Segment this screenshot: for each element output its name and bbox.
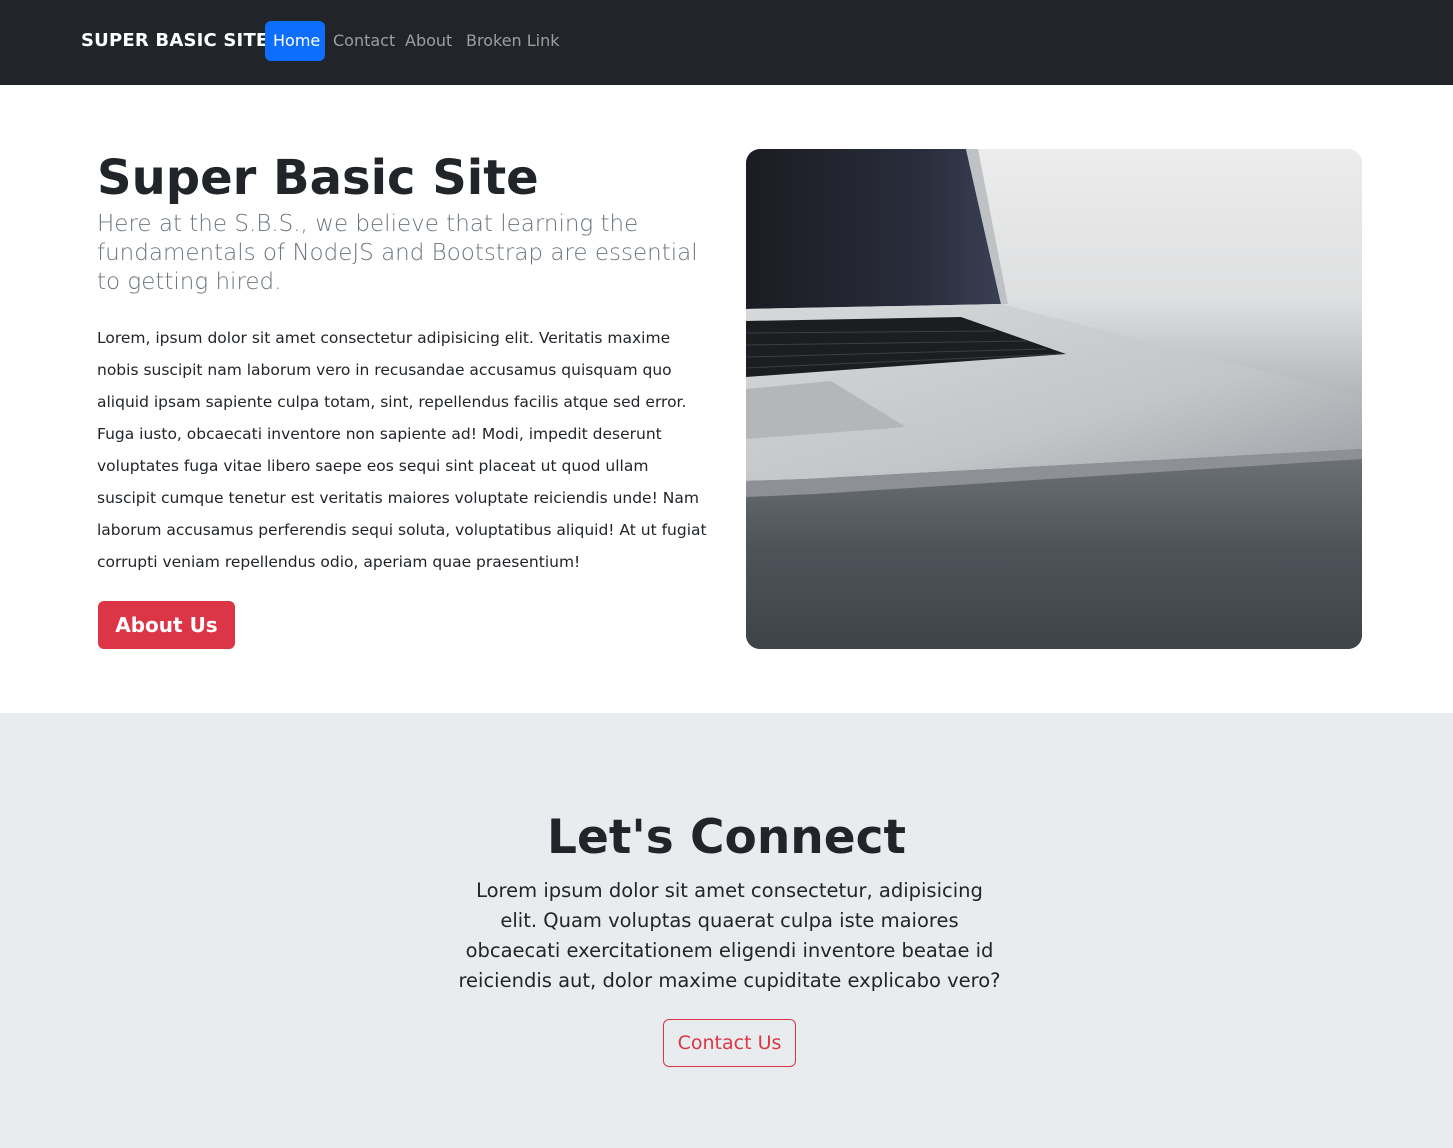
nav-item-home[interactable]: Home: [265, 21, 325, 61]
about-us-button[interactable]: About Us: [98, 601, 235, 649]
connect-title: Let's Connect: [547, 810, 906, 865]
hero-lead: Here at the S.B.S., we believe that lear…: [97, 211, 698, 295]
connect-text: Lorem ipsum dolor sit amet consectetur, …: [458, 879, 1001, 992]
nav-item-broken-link[interactable]: Broken Link: [466, 21, 560, 61]
nav-item-about[interactable]: About: [405, 21, 452, 61]
connect-section: Let's Connect Lorem ipsum dolor sit amet…: [0, 713, 1453, 1148]
hero-laptop-image: [746, 149, 1362, 649]
hero-body-text: Lorem, ipsum dolor sit amet consectetur …: [97, 329, 707, 571]
top-navbar: SUPER BASIC SITE Home Contact About Brok…: [0, 0, 1453, 85]
hero-title: Super Basic Site: [97, 150, 539, 206]
navbar-brand[interactable]: SUPER BASIC SITE: [81, 30, 268, 51]
contact-us-button[interactable]: Contact Us: [663, 1019, 796, 1067]
laptop-photo-icon: [746, 149, 1362, 649]
nav-item-contact[interactable]: Contact: [333, 21, 395, 61]
